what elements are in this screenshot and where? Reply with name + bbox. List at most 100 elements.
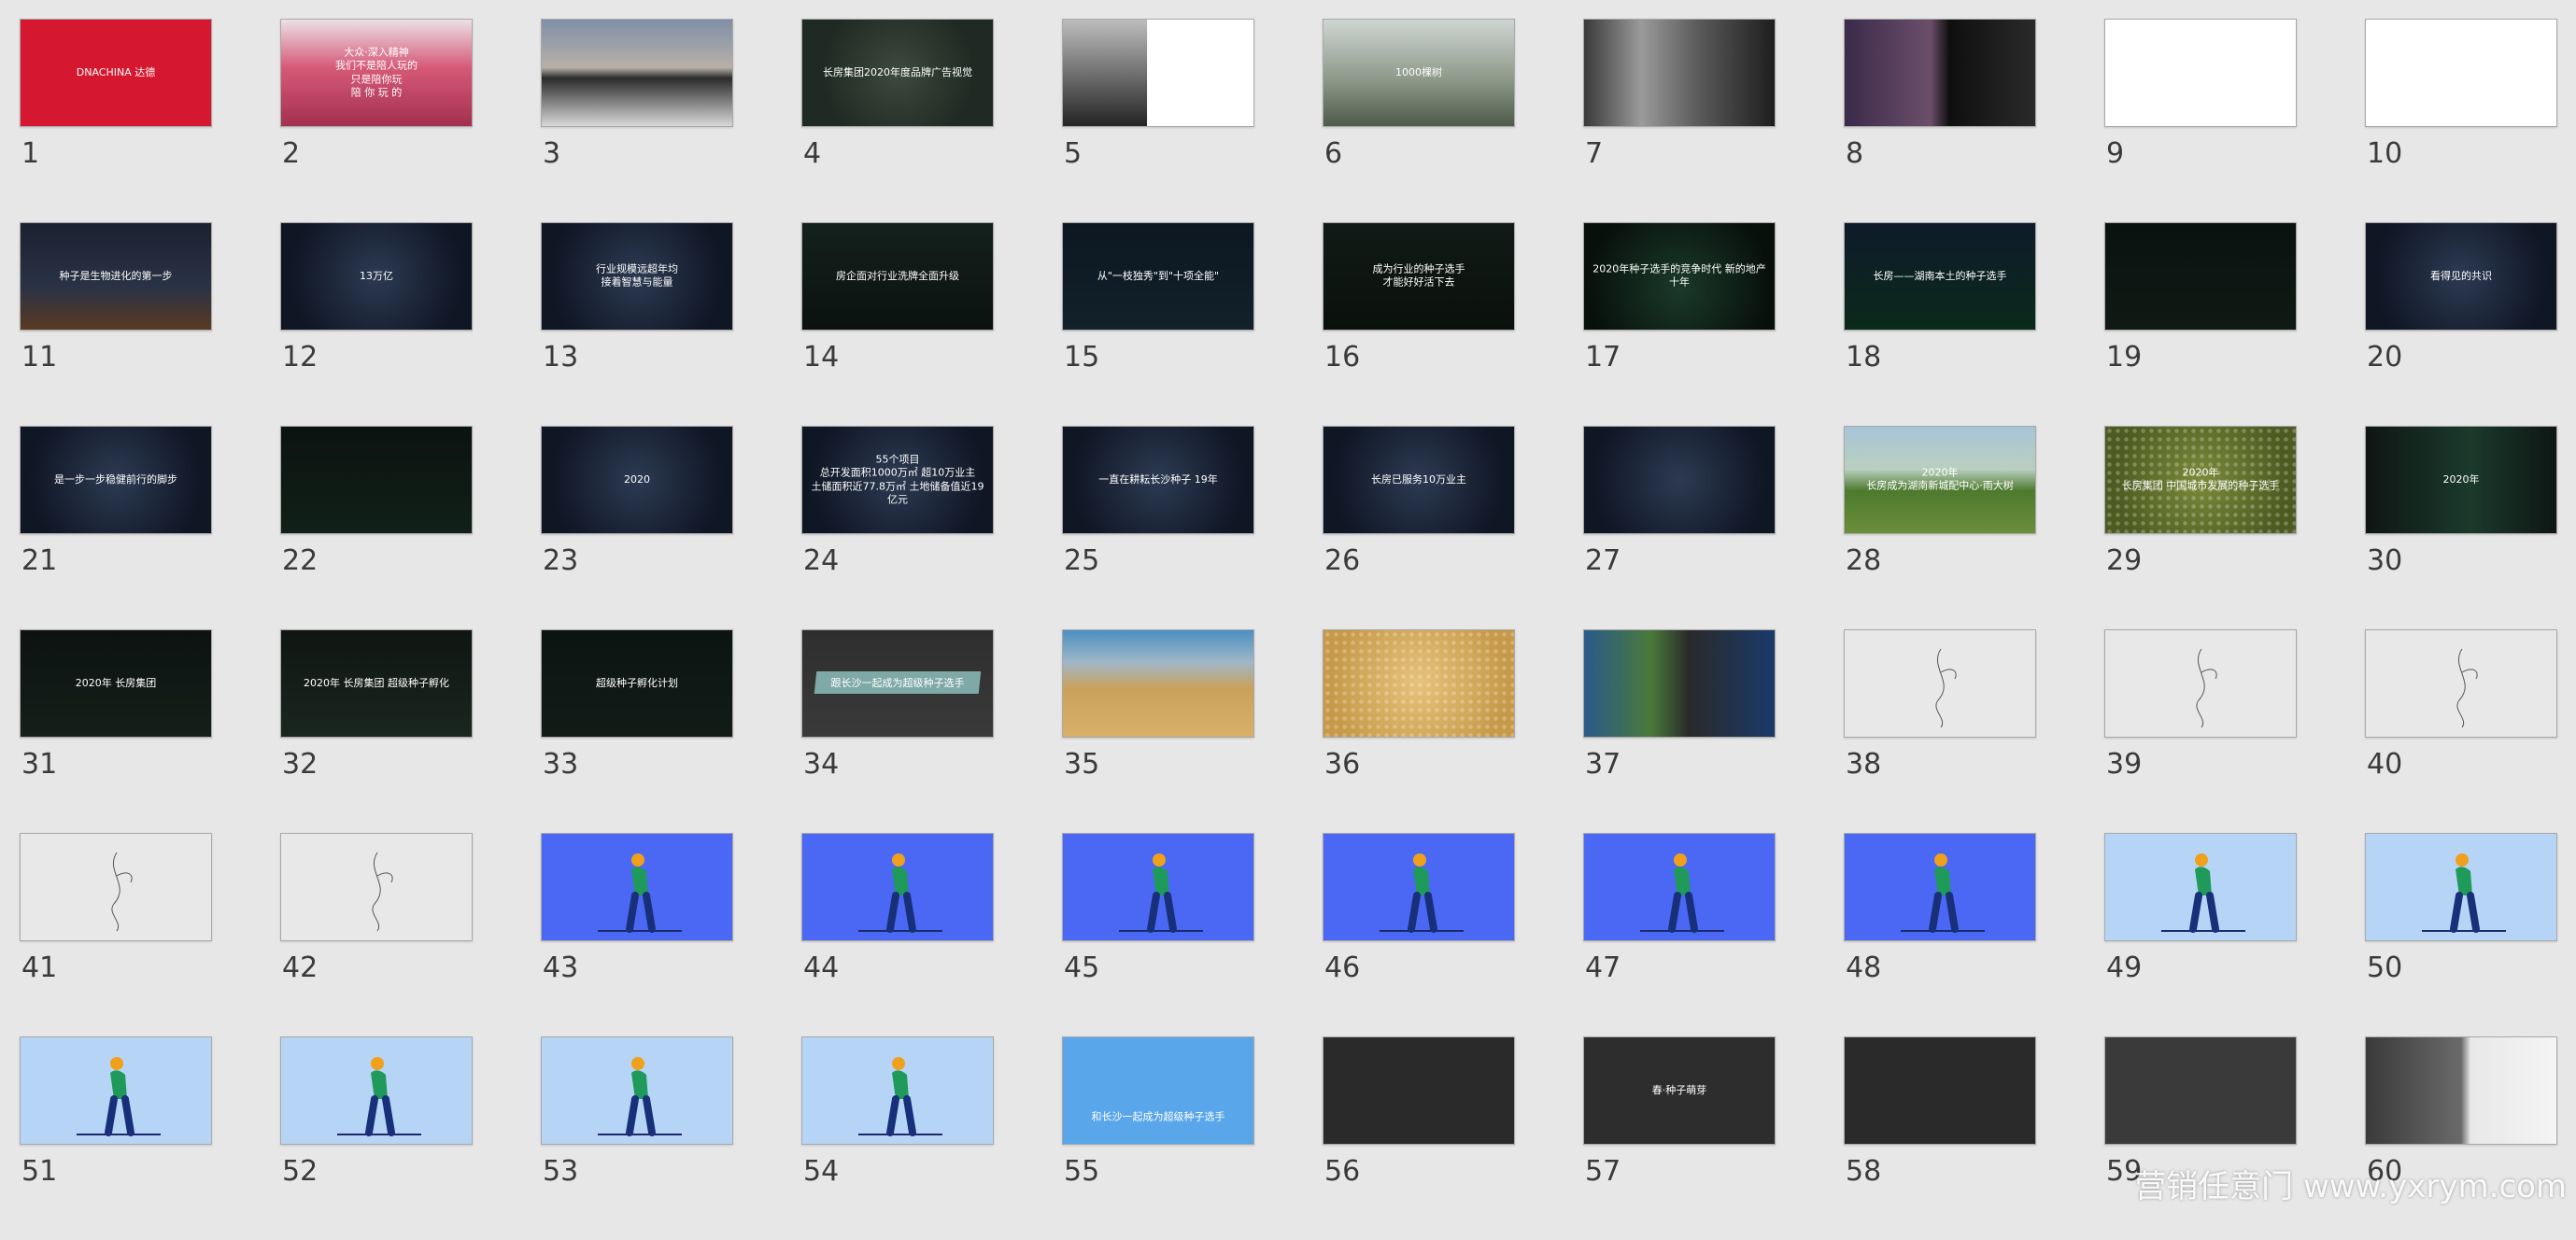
slide-number: 32 — [282, 748, 318, 781]
slide-thumbnail-26[interactable]: 长房已服务10万业主 26 — [1323, 426, 1515, 629]
slide-thumbnail-47[interactable]: 47 — [1583, 833, 1776, 1036]
slide-thumbnail-17[interactable]: 2020年种子选手的竞争时代 新的地产十年 17 — [1583, 222, 1776, 426]
slide-number: 12 — [282, 341, 318, 373]
slide-thumbnail-42[interactable]: 42 — [280, 833, 473, 1036]
slide-thumbnail-25[interactable]: 一直在耕耘长沙种子 19年 25 — [1062, 426, 1254, 629]
slide-thumbnail-20[interactable]: 看得见的共识 20 — [2365, 222, 2557, 426]
slide-thumbnail-55[interactable]: 和长沙一起成为超级种子选手 55 — [1062, 1036, 1254, 1240]
slide-thumbnail-8[interactable]: 8 — [1844, 19, 2036, 222]
slide-thumbnail-44[interactable]: 44 — [801, 833, 994, 1036]
slide-thumbnail-22[interactable]: 22 — [280, 426, 473, 629]
slide-thumbnail-14[interactable]: 房企面对行业洗牌全面升级 14 — [801, 222, 994, 426]
slide-number: 18 — [1846, 341, 1882, 373]
slide-thumbnail-41[interactable]: 41 — [20, 833, 212, 1036]
slide-thumbnail-59[interactable]: 59 — [2104, 1036, 2297, 1240]
slide-thumbnail-16[interactable]: 成为行业的种子选手 才能好好活下去 16 — [1323, 222, 1515, 426]
slide-number: 13 — [543, 341, 579, 373]
slide-number: 56 — [1324, 1155, 1361, 1188]
slide-thumbnail-5[interactable]: 5 — [1062, 19, 1254, 222]
slide-thumbnail-48[interactable]: 48 — [1844, 833, 2036, 1036]
slide-thumbnail-11[interactable]: 种子是生物进化的第一步 11 — [20, 222, 212, 426]
slide-thumbnail-51[interactable]: 51 — [20, 1036, 212, 1240]
slide-thumbnail-12[interactable]: 13万亿 12 — [280, 222, 473, 426]
slide-text: 2020 — [624, 472, 650, 486]
slide-thumbnail-39[interactable]: 39 — [2104, 629, 2297, 833]
slide-text: 跟长沙一起成为超级种子选手 — [830, 676, 965, 689]
slide-thumbnail-43[interactable]: 43 — [541, 833, 733, 1036]
slide-thumbnail-19[interactable]: 19 — [2104, 222, 2297, 426]
slide-thumbnail-1[interactable]: DNACHINA 达德 1 — [20, 19, 212, 222]
slide-thumbnail-6[interactable]: 1000棵树 6 — [1323, 19, 1515, 222]
slide-thumbnail-52[interactable]: 52 — [280, 1036, 473, 1240]
slide-preview — [1062, 629, 1254, 738]
slide-thumbnail-60[interactable]: 60 — [2365, 1036, 2557, 1240]
slide-thumbnail-53[interactable]: 53 — [541, 1036, 733, 1240]
slide-thumbnail-49[interactable]: 49 — [2104, 833, 2297, 1036]
slide-preview: 种子是生物进化的第一步 — [20, 222, 212, 331]
slide-text: 13万亿 — [360, 269, 393, 282]
slide-number: 47 — [1585, 951, 1621, 984]
slide-thumbnail-38[interactable]: 38 — [1844, 629, 2036, 833]
slide-thumbnail-28[interactable]: 2020年 长房成为湖南新城配中心·雨大树 28 — [1844, 426, 2036, 629]
slide-thumbnail-15[interactable]: 从"一枝独秀"到"十项全能" 15 — [1062, 222, 1254, 426]
slide-preview: 和长沙一起成为超级种子选手 — [1062, 1036, 1254, 1145]
slide-thumbnail-31[interactable]: 2020年 长房集团 31 — [20, 629, 212, 833]
slide-number: 1 — [21, 137, 40, 170]
slide-thumbnail-32[interactable]: 2020年 长房集团 超级种子孵化 32 — [280, 629, 473, 833]
slide-thumbnail-23[interactable]: 2020 23 — [541, 426, 733, 629]
slide-thumbnail-37[interactable]: 37 — [1583, 629, 1776, 833]
slide-preview — [2365, 1036, 2557, 1145]
slide-preview — [801, 1036, 994, 1145]
slide-thumbnail-36[interactable]: 36 — [1323, 629, 1515, 833]
slide-thumbnail-3[interactable]: 3 — [541, 19, 733, 222]
slide-thumbnail-33[interactable]: 超级种子孵化计划 33 — [541, 629, 733, 833]
slide-thumbnail-50[interactable]: 50 — [2365, 833, 2557, 1036]
slide-thumbnail-35[interactable]: 35 — [1062, 629, 1254, 833]
slide-preview — [1844, 19, 2036, 127]
slide-preview: 从"一枝独秀"到"十项全能" — [1062, 222, 1254, 331]
slide-text: 房企面对行业洗牌全面升级 — [836, 269, 959, 282]
slide-number: 21 — [21, 544, 58, 577]
slide-thumbnail-24[interactable]: 55个项目 总开发面积1000万㎡ 超10万业主 土储面积近77.8万㎡ 土地储… — [801, 426, 994, 629]
slide-number: 43 — [543, 951, 579, 984]
slide-thumbnail-34[interactable]: 跟长沙一起成为超级种子选手 34 — [801, 629, 994, 833]
slide-preview — [20, 833, 212, 941]
slide-text: 和长沙一起成为超级种子选手 — [1091, 1110, 1225, 1123]
slide-preview: 大众·深入精神 我们不是陪人玩的 只是陪你玩 陪 你 玩 的 — [280, 19, 473, 127]
slide-thumbnail-57[interactable]: 春·种子萌芽 57 — [1583, 1036, 1776, 1240]
slide-thumbnail-18[interactable]: 长房——湖南本土的种子选手 18 — [1844, 222, 2036, 426]
slide-thumbnail-58[interactable]: 58 — [1844, 1036, 2036, 1240]
slide-thumbnail-30[interactable]: 2020年 30 — [2365, 426, 2557, 629]
slide-thumbnail-45[interactable]: 45 — [1062, 833, 1254, 1036]
slide-thumbnail-10[interactable]: 10 — [2365, 19, 2557, 222]
slide-preview: 2020 — [541, 426, 733, 534]
slide-preview — [280, 833, 473, 941]
slide-thumbnail-54[interactable]: 54 — [801, 1036, 994, 1240]
slide-preview — [1583, 426, 1776, 534]
slide-thumbnail-21[interactable]: 是一步一步稳健前行的脚步 21 — [20, 426, 212, 629]
slide-thumbnail-9[interactable]: 9 — [2104, 19, 2297, 222]
figure-illustration — [542, 834, 732, 940]
slide-text: 2020年 长房集团 — [75, 676, 157, 689]
slide-thumbnail-13[interactable]: 行业规模远超年均 接着智慧与能量 13 — [541, 222, 733, 426]
slide-preview — [1323, 1036, 1515, 1145]
slide-number: 46 — [1324, 951, 1361, 984]
slide-text: 成为行业的种子选手 才能好好活下去 — [1372, 262, 1465, 289]
slide-text: 超级种子孵化计划 — [596, 676, 678, 689]
slide-thumbnail-27[interactable]: 27 — [1583, 426, 1776, 629]
slide-thumbnail-56[interactable]: 56 — [1323, 1036, 1515, 1240]
slide-number: 31 — [21, 748, 58, 781]
slide-thumbnail-2[interactable]: 大众·深入精神 我们不是陪人玩的 只是陪你玩 陪 你 玩 的 2 — [280, 19, 473, 222]
slide-thumbnail-29[interactable]: 2020年 长房集团 中国城市发展的种子选手 29 — [2104, 426, 2297, 629]
slide-preview: DNACHINA 达德 — [20, 19, 212, 127]
slide-thumbnail-7[interactable]: 7 — [1583, 19, 1776, 222]
slide-thumbnail-4[interactable]: 长房集团2020年度品牌广告视觉 4 — [801, 19, 994, 222]
figure-illustration — [802, 834, 993, 940]
slide-thumbnail-46[interactable]: 46 — [1323, 833, 1515, 1036]
slide-preview — [1062, 833, 1254, 941]
slide-number: 45 — [1064, 951, 1100, 984]
slide-preview: 2020年种子选手的竞争时代 新的地产十年 — [1583, 222, 1776, 331]
slide-thumbnail-40[interactable]: 40 — [2365, 629, 2557, 833]
slide-preview: 看得见的共识 — [2365, 222, 2557, 331]
slide-number: 11 — [21, 341, 58, 373]
